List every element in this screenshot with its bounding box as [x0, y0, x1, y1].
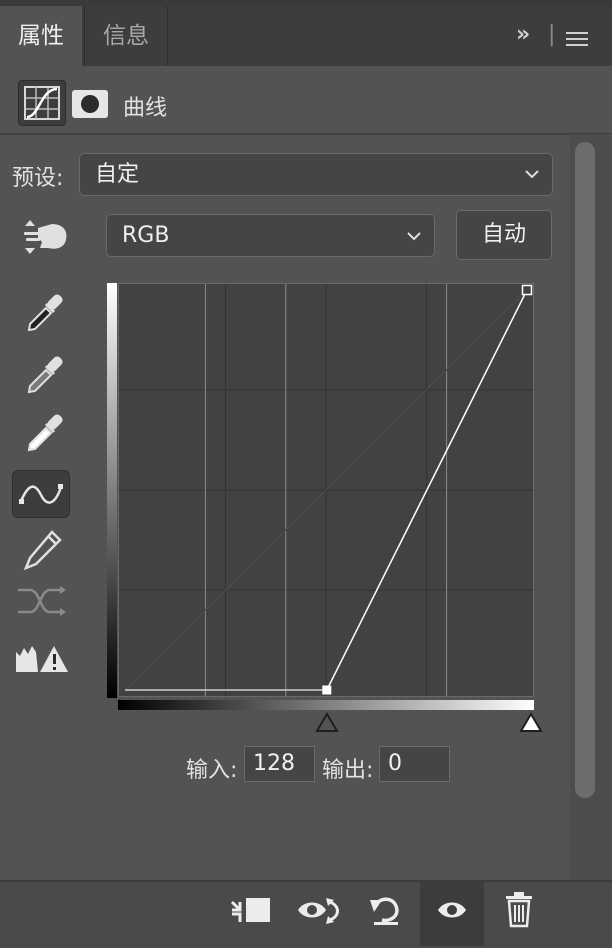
- smooth-curve-icon: [18, 586, 66, 616]
- reset-icon[interactable]: [368, 892, 404, 928]
- collapse-panel-button[interactable]: »: [516, 22, 530, 47]
- divider: [0, 133, 612, 135]
- view-previous-icon[interactable]: [296, 894, 342, 928]
- output-gradient-bar: [107, 283, 117, 698]
- scrollbar-thumb[interactable]: [575, 142, 595, 798]
- on-image-adjust-icon[interactable]: [22, 218, 70, 256]
- channel-dropdown[interactable]: RGB: [106, 214, 435, 257]
- visibility-toggle-button[interactable]: [420, 880, 484, 946]
- tab-properties[interactable]: 属性: [0, 6, 82, 66]
- preset-label: 预设:: [12, 166, 64, 191]
- input-label: 输入:: [186, 758, 238, 783]
- input-gradient-bar: [118, 700, 534, 710]
- black-point-eyedropper-icon[interactable]: [24, 290, 68, 334]
- white-point-eyedropper-icon[interactable]: [24, 410, 68, 454]
- draw-pencil-icon[interactable]: [22, 528, 66, 572]
- clipping-warning-icon[interactable]: [16, 642, 70, 676]
- edit-points-curve-button[interactable]: [12, 470, 70, 518]
- delete-trash-icon[interactable]: [504, 892, 534, 928]
- edit-points-curve-icon: [19, 484, 63, 504]
- panel-menu-icon[interactable]: [566, 31, 588, 47]
- curve-point-black[interactable]: [322, 685, 332, 695]
- curves-adjustment-icon[interactable]: [18, 80, 66, 126]
- gray-point-eyedropper-icon[interactable]: [24, 352, 68, 396]
- curves-graph[interactable]: [118, 283, 534, 697]
- curve-plot[interactable]: [119, 284, 533, 696]
- white-input-slider[interactable]: [518, 712, 544, 734]
- channel-value: RGB: [122, 223, 170, 248]
- visibility-eye-icon: [438, 902, 466, 918]
- preset-value: 自定: [95, 162, 140, 187]
- preset-dropdown[interactable]: 自定: [79, 153, 553, 196]
- input-field[interactable]: 128: [244, 746, 315, 782]
- curve-point-white[interactable]: [521, 284, 533, 296]
- tab-info[interactable]: 信息: [84, 6, 168, 66]
- chevron-down-icon: [407, 232, 421, 241]
- output-label: 输出:: [322, 758, 374, 783]
- black-input-slider[interactable]: [314, 712, 340, 734]
- panel-title: 曲线: [123, 96, 168, 121]
- clip-to-layer-icon[interactable]: [228, 894, 272, 928]
- auto-button[interactable]: 自动: [456, 210, 552, 260]
- tab-divider: |: [548, 22, 556, 47]
- mask-icon[interactable]: [72, 90, 108, 118]
- output-field[interactable]: 0: [379, 746, 450, 782]
- panel-tab-bar: 属性 信息 » |: [0, 6, 612, 66]
- chevron-down-icon: [525, 170, 539, 179]
